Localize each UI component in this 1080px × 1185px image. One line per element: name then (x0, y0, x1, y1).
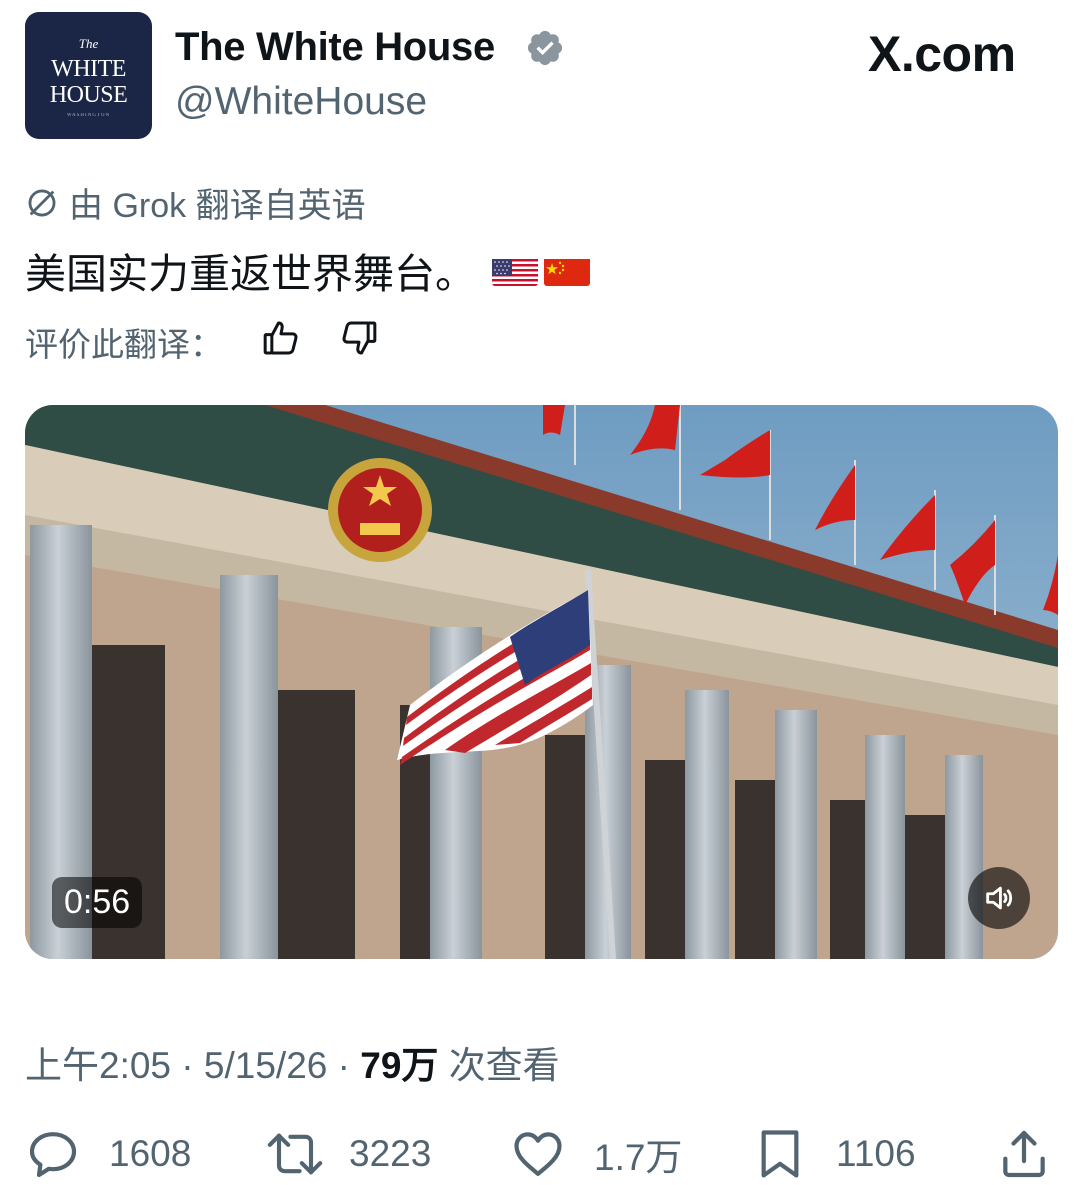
verified-badge-icon (527, 30, 563, 66)
account-name[interactable]: The White House (175, 25, 495, 70)
site-logo: X.com (868, 26, 1016, 82)
repost-count: 3223 (349, 1133, 432, 1174)
volume-button[interactable] (968, 867, 1030, 929)
rate-translation: 评价此翻译： (25, 318, 379, 366)
china-flag-emoji (544, 254, 590, 286)
account-handle[interactable]: @WhiteHouse (175, 80, 427, 124)
bookmark-icon (761, 1130, 799, 1178)
video-duration: 0:56 (52, 877, 143, 928)
reply-icon (29, 1132, 77, 1178)
avatar-text-house: HOUSE (49, 82, 128, 108)
avatar[interactable]: The WHITE HOUSE WASHINGTON (25, 12, 152, 139)
thumbs-up-icon[interactable] (261, 318, 301, 366)
speaker-icon (986, 886, 1013, 910)
avatar-text-the: The (78, 36, 99, 51)
translation-notice: 由 Grok 翻译自英语 (25, 178, 366, 227)
heart-icon (514, 1132, 562, 1176)
tweet-date[interactable]: 5/15/26 (204, 1045, 327, 1086)
view-label: 次查看 (448, 1045, 560, 1086)
like-count: 1.7万 (594, 1137, 683, 1178)
avatar-text-washington: WASHINGTON (66, 113, 111, 118)
tweet-meta: 上午2:05 · 5/15/26 · 79万 次查看 (25, 1035, 560, 1089)
rate-translation-label: 评价此翻译： (25, 326, 223, 363)
translate-icon (28, 189, 56, 216)
us-flag-emoji (492, 254, 538, 286)
bookmark-button[interactable]: 1106 (752, 1123, 916, 1185)
thumbs-down-icon[interactable] (339, 318, 379, 366)
video-thumbnail (25, 405, 1058, 959)
repost-icon (267, 1133, 323, 1175)
separator: · (181, 1045, 194, 1086)
tweet-text: 美国实力重返世界舞台。 (25, 240, 590, 300)
repost-button[interactable]: 3223 (263, 1123, 431, 1185)
video-player[interactable]: 0:56 (25, 405, 1058, 959)
share-button[interactable] (996, 1123, 1080, 1185)
tweet-time[interactable]: 上午2:05 (25, 1045, 171, 1086)
translation-notice-text: 由 Grok 翻译自英语 (69, 187, 366, 225)
bookmark-count: 1106 (836, 1133, 916, 1174)
avatar-text-white: WHITE (51, 56, 126, 82)
reply-count: 1608 (109, 1133, 192, 1174)
share-icon (1003, 1130, 1045, 1178)
like-button[interactable]: 1.7万 (510, 1123, 682, 1185)
tweet-text-content: 美国实力重返世界舞台。 (25, 251, 476, 297)
view-count: 79万 (360, 1045, 439, 1086)
separator: · (337, 1045, 350, 1086)
reply-button[interactable]: 1608 (25, 1123, 191, 1185)
